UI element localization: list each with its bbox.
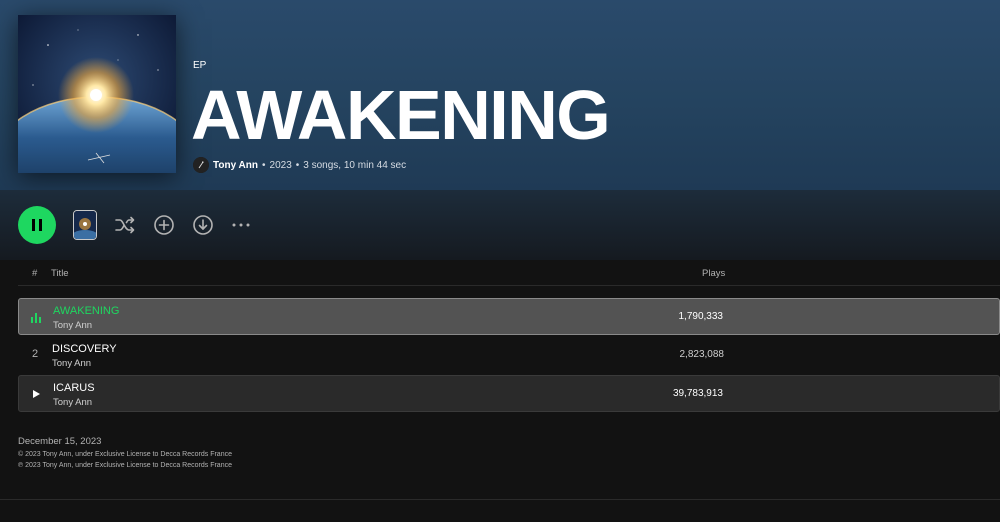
header-number: # xyxy=(32,268,38,279)
track-row-awakening[interactable]: AWAKENING Tony Ann 1,790,333 xyxy=(18,298,1000,335)
phonographic-copyright-line: ℗ 2023 Tony Ann, under Exclusive License… xyxy=(18,462,232,469)
release-date: December 15, 2023 xyxy=(18,436,102,447)
album-summary: 3 songs, 10 min 44 sec xyxy=(303,159,407,171)
track-row-icarus[interactable]: ICARUS Tony Ann 39,783,913 xyxy=(18,375,1000,412)
more-icon xyxy=(232,223,250,227)
meta-separator: • xyxy=(295,159,300,171)
now-playing-cover-button[interactable] xyxy=(73,210,97,240)
header-plays: Plays xyxy=(702,268,726,279)
now-playing-equalizer-icon xyxy=(31,313,41,323)
track-title[interactable]: DISCOVERY xyxy=(52,343,117,355)
divider xyxy=(0,499,1000,500)
track-plays: 1,790,333 xyxy=(678,311,724,322)
pause-button[interactable] xyxy=(18,206,56,244)
album-title: AWAKENING xyxy=(191,76,611,154)
action-bar xyxy=(0,190,1000,260)
pause-icon xyxy=(32,219,42,231)
album-meta: Tony Ann • 2023 • 3 songs, 10 min 44 sec xyxy=(193,156,406,174)
track-artist[interactable]: Tony Ann xyxy=(53,397,92,408)
more-options-button[interactable] xyxy=(229,213,253,237)
add-to-library-button[interactable] xyxy=(152,213,176,237)
track-artist[interactable]: Tony Ann xyxy=(53,320,92,331)
track-plays: 2,823,088 xyxy=(679,349,725,360)
track-row-discovery[interactable]: 2 DISCOVERY Tony Ann 2,823,088 xyxy=(18,337,1000,374)
track-table-header: # Title Plays xyxy=(18,262,1000,286)
track-number: 2 xyxy=(31,348,39,360)
play-icon[interactable] xyxy=(33,390,40,398)
shuffle-button[interactable] xyxy=(113,213,137,237)
track-title[interactable]: AWAKENING xyxy=(53,305,119,317)
download-icon xyxy=(193,215,213,235)
shuffle-icon xyxy=(115,216,135,234)
track-plays: 39,783,913 xyxy=(672,388,723,399)
album-year: 2023 xyxy=(269,159,292,171)
album-type: EP xyxy=(193,60,207,71)
track-artist[interactable]: Tony Ann xyxy=(52,358,91,369)
add-circle-icon xyxy=(154,215,174,235)
track-title[interactable]: ICARUS xyxy=(53,382,95,394)
artist-avatar[interactable] xyxy=(193,157,209,173)
album-cover xyxy=(18,15,176,173)
copyright-line: © 2023 Tony Ann, under Exclusive License… xyxy=(18,451,232,458)
album-footer: December 15, 2023 © 2023 Tony Ann, under… xyxy=(18,436,232,471)
artist-link[interactable]: Tony Ann xyxy=(213,160,258,171)
download-button[interactable] xyxy=(191,213,215,237)
meta-separator: • xyxy=(262,159,266,171)
header-title: Title xyxy=(51,268,69,279)
